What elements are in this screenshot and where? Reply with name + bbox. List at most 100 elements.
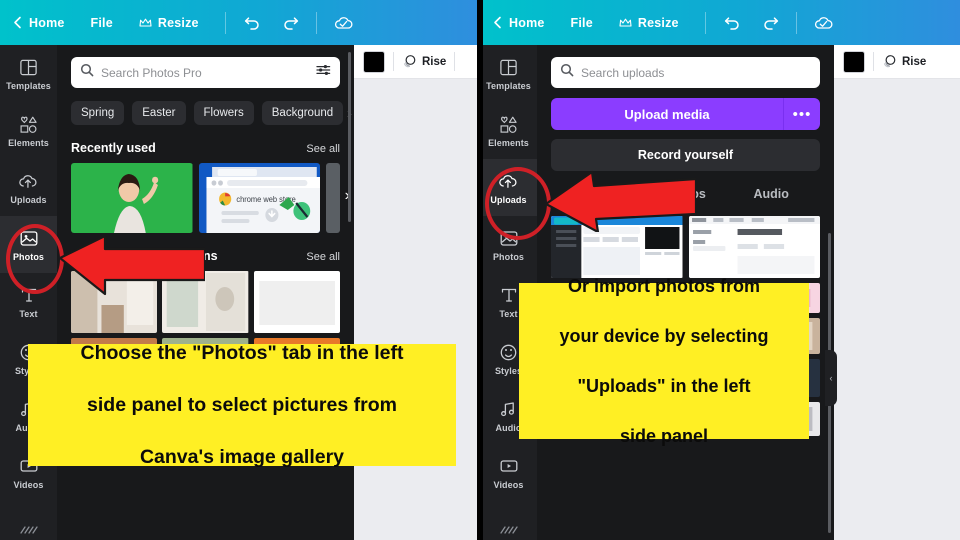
templates-icon: [18, 56, 40, 78]
pill-flowers[interactable]: Flowers: [193, 101, 254, 125]
upload-cloud-icon: [18, 170, 40, 192]
resize-button[interactable]: Resize: [139, 16, 199, 30]
section-recently-used: Recently used See all: [71, 141, 340, 155]
note-line-2: side panel to select pictures from: [87, 394, 397, 416]
canvas-toolbar: Rise: [354, 45, 480, 79]
sliders-filter-icon[interactable]: [316, 63, 331, 82]
file-menu[interactable]: File: [571, 16, 593, 30]
highlight-circle-photos: [6, 224, 64, 294]
toolbar-divider: [873, 52, 874, 71]
photo-thumb[interactable]: [253, 271, 340, 333]
crown-icon: [619, 18, 632, 28]
section-title: Recently used: [71, 141, 156, 155]
right-screenshot-panel: Home File Resize Templates Elements Uplo…: [480, 0, 960, 540]
text-icon: [498, 284, 520, 306]
toolbar-divider: [224, 11, 226, 34]
redo-icon: [764, 17, 779, 30]
search-placeholder: Search Photos Pro: [101, 65, 202, 80]
sidebar-label-text: Text: [499, 309, 518, 319]
background-icon: [498, 519, 520, 540]
resize-label: Resize: [157, 15, 199, 30]
saved-to-cloud-button[interactable]: [811, 10, 837, 36]
tab-audio[interactable]: Audio: [728, 187, 814, 210]
ellipsis-icon[interactable]: •••: [783, 98, 820, 130]
sidebar-item-more[interactable]: [480, 501, 537, 540]
color-swatch[interactable]: [843, 50, 865, 73]
sidebar-label-styles: Styles: [494, 366, 523, 376]
home-button[interactable]: Home: [492, 16, 545, 30]
panel-collapse-handle[interactable]: ‹: [825, 350, 837, 406]
sidebar-label-uploads: Uploads: [10, 195, 47, 205]
highlight-circle-uploads: [485, 167, 551, 240]
sidebar-label-elements: Elements: [8, 138, 49, 148]
panel-scrollbar[interactable]: [348, 52, 351, 222]
toolbar-divider-2: [795, 11, 797, 34]
upload-media-row: Upload media •••: [551, 98, 820, 130]
canvas-toolbar: Rise: [834, 45, 960, 79]
record-yourself-button[interactable]: Record yourself: [551, 139, 820, 171]
file-menu[interactable]: File: [91, 16, 113, 30]
search-input[interactable]: Search uploads: [551, 57, 820, 88]
effect-label: Rise: [902, 55, 927, 68]
undo-button[interactable]: [720, 10, 746, 36]
see-all-link[interactable]: See all: [306, 143, 340, 155]
sidebar-label-videos: Videos: [13, 480, 44, 490]
effect-button[interactable]: Rise: [882, 54, 926, 69]
sidebar-label-templates: Templates: [6, 81, 51, 91]
sidebar-label-text: Text: [19, 309, 38, 319]
recently-used-carousel: chrome web store ›: [71, 163, 350, 233]
search-input[interactable]: Search Photos Pro: [71, 57, 340, 88]
resize-button[interactable]: Resize: [619, 16, 679, 30]
pill-background[interactable]: Background: [261, 101, 344, 125]
sidebar-item-uploads[interactable]: Uploads: [0, 159, 57, 216]
note-line-1: Choose the "Photos" tab in the left: [80, 342, 404, 364]
note-line-2: your device by selecting: [559, 325, 769, 346]
redo-button[interactable]: [758, 10, 784, 36]
right-canvas-area: Rise: [834, 45, 960, 540]
sidebar-item-elements[interactable]: Elements: [480, 102, 537, 159]
sidebar-item-templates[interactable]: Templates: [0, 45, 57, 102]
redo-icon: [284, 17, 299, 30]
toolbar-divider-2: [315, 11, 317, 34]
chevron-left-icon: [12, 16, 23, 29]
thumbnail-green-screen[interactable]: [71, 163, 193, 233]
chevron-left-icon: ‹: [829, 373, 833, 383]
cloud-check-icon: [815, 16, 833, 29]
pill-easter[interactable]: Easter: [132, 101, 186, 125]
saved-to-cloud-button[interactable]: [331, 10, 357, 36]
sidebar-label-elements: Elements: [488, 138, 529, 148]
undo-button[interactable]: [240, 10, 266, 36]
thumbnail-partial[interactable]: [326, 163, 340, 233]
sidebar-item-more[interactable]: [0, 501, 57, 540]
pill-spring[interactable]: Spring: [71, 101, 125, 125]
effect-button[interactable]: Rise: [402, 54, 446, 69]
rise-effect-icon: [402, 54, 417, 69]
see-all-link[interactable]: See all: [306, 251, 340, 263]
instruction-note-left: Choose the "Photos" tab in the left side…: [28, 342, 456, 468]
home-label: Home: [29, 15, 65, 30]
redo-button[interactable]: [278, 10, 304, 36]
toolbar-divider: [393, 52, 394, 71]
sidebar-item-templates[interactable]: Templates: [480, 45, 537, 102]
left-pointing-arrow: [60, 236, 205, 296]
note-line-3: Canva's image gallery: [139, 446, 345, 468]
upload-media-button[interactable]: Upload media: [551, 98, 783, 130]
sidebar-item-videos[interactable]: Videos: [480, 444, 537, 501]
toolbar-divider: [704, 11, 706, 34]
category-pill-row: Spring Easter Flowers Background ›: [71, 101, 352, 125]
home-button[interactable]: Home: [12, 16, 65, 30]
color-swatch[interactable]: [363, 50, 385, 73]
left-top-bar: Home File Resize: [0, 0, 480, 45]
home-label: Home: [509, 15, 545, 30]
search-icon: [80, 63, 94, 82]
elements-icon: [18, 113, 40, 135]
audio-note-icon: [498, 398, 520, 420]
left-screenshot-panel: Home File Resize Templates Elements Uplo…: [0, 0, 480, 540]
thumbnail-chrome-web-store[interactable]: chrome web store: [198, 163, 320, 233]
chevron-left-icon: [492, 16, 503, 29]
sidebar-item-elements[interactable]: Elements: [0, 102, 57, 159]
rise-effect-icon: [882, 54, 897, 69]
templates-icon: [498, 56, 520, 78]
instruction-note-right: Or import photos from your device by sel…: [519, 276, 809, 446]
upload-thumb[interactable]: [688, 216, 820, 278]
